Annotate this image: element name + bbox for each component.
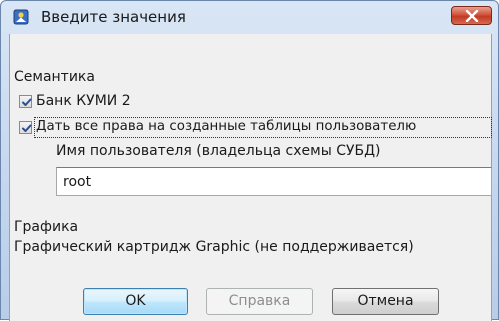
app-icon [13, 9, 29, 25]
graphics-description: Графический картридж Graphic (не поддерж… [14, 239, 414, 255]
close-button[interactable] [451, 6, 492, 25]
close-icon [465, 10, 479, 22]
bank-checkbox[interactable] [19, 95, 32, 108]
user-name-label: Имя пользователя (владельца схемы СУБД) [56, 143, 381, 159]
checkmark-icon [22, 124, 32, 132]
window-title: Введите значения [41, 8, 186, 26]
dialog-content: Семантика Банк КУМИ 2 Дать все права на … [9, 34, 492, 321]
rights-checkbox-label[interactable]: Дать все права на созданные таблицы поль… [36, 119, 416, 135]
bank-checkbox-label[interactable]: Банк КУМИ 2 [36, 93, 131, 109]
user-name-input[interactable] [56, 167, 492, 196]
title-bar[interactable]: Введите значения [1, 1, 498, 31]
ok-button[interactable]: OK [83, 288, 188, 315]
rights-checkbox[interactable] [19, 121, 32, 134]
checkmark-icon [22, 98, 32, 106]
cancel-button[interactable]: Отмена [332, 288, 439, 315]
help-button[interactable]: Справка [206, 288, 313, 315]
graphics-heading: Графика [14, 219, 79, 235]
semantics-heading: Семантика [14, 69, 95, 85]
dialog-window: Введите значения Семантика Банк КУМИ 2 Д… [0, 0, 499, 321]
